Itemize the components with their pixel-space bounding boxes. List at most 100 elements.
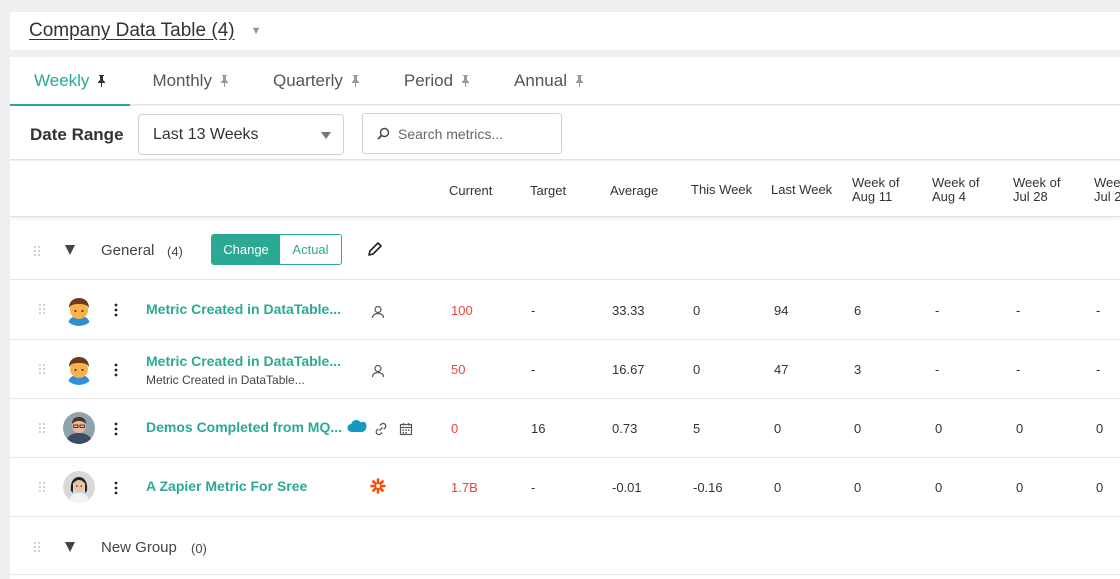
group-row-general: General (4) Change Actual <box>10 220 1120 280</box>
drag-handle-icon[interactable] <box>38 481 46 493</box>
filter-bar: Date Range Last 13 Weeks <box>10 106 1120 160</box>
pin-icon[interactable] <box>220 75 229 87</box>
tab-label: Weekly <box>34 71 90 90</box>
target-value: - <box>531 303 536 318</box>
col-target[interactable]: Target <box>530 184 566 198</box>
tab-label: Period <box>403 71 454 90</box>
average-value: 16.67 <box>612 362 645 377</box>
avatar <box>63 471 95 503</box>
date-range-label: Date Range <box>30 125 124 144</box>
metric-name-link[interactable]: A Zapier Metric For Sree <box>146 478 307 494</box>
col-week-line1: Wee <box>1094 175 1120 190</box>
zapier-icon <box>370 478 386 494</box>
table-header: Current Target Average This Week Last We… <box>10 161 1120 217</box>
group-name: General <box>101 242 155 259</box>
drag-handle-icon[interactable] <box>38 422 46 434</box>
tab-label: Monthly <box>152 71 212 90</box>
week-value: 0 <box>1016 421 1024 436</box>
col-week-line1: Week of <box>1013 175 1061 190</box>
drag-handle-icon[interactable] <box>33 541 41 553</box>
pencil-icon[interactable] <box>366 240 384 258</box>
week-value: 0 <box>854 480 862 495</box>
last-week-value: 47 <box>774 362 789 377</box>
col-this-week[interactable]: This Week <box>691 183 752 197</box>
current-value: 50 <box>451 362 466 377</box>
date-range-value: Last 13 Weeks <box>153 125 259 143</box>
tab-label: Annual <box>514 71 567 90</box>
avatar <box>63 412 95 444</box>
target-value: 16 <box>531 421 546 436</box>
week-value: - <box>1096 303 1101 318</box>
kebab-menu-icon[interactable] <box>114 422 118 436</box>
drag-handle-icon[interactable] <box>38 363 46 375</box>
week-value: 6 <box>854 303 862 318</box>
tab-period[interactable]: Period <box>382 57 492 105</box>
drag-handle-icon[interactable] <box>38 303 46 315</box>
average-value: -0.01 <box>612 480 642 495</box>
last-week-value: 0 <box>774 480 782 495</box>
page-title[interactable]: Company Data Table (4) <box>29 20 235 42</box>
current-value: 1.7B <box>451 480 478 495</box>
period-tabs: Weekly Monthly Quarterly Period Annual <box>10 57 1120 106</box>
toggle-change-button[interactable]: Change <box>212 235 280 264</box>
week-value: - <box>1016 303 1021 318</box>
week-value: 0 <box>935 480 943 495</box>
search-icon <box>377 127 390 140</box>
tab-label: Quarterly <box>272 71 343 90</box>
this-week-value: 0 <box>693 362 701 377</box>
col-week-line2: Jul 2 <box>1094 189 1120 204</box>
toggle-actual-button[interactable]: Actual <box>280 235 341 264</box>
group-count: (4) <box>167 244 183 259</box>
table-row[interactable]: Metric Created in DataTable... Metric Cr… <box>10 340 1120 399</box>
tab-weekly[interactable]: Weekly <box>10 57 131 106</box>
collapse-arrow-icon[interactable] <box>65 245 75 255</box>
tab-monthly[interactable]: Monthly <box>130 57 251 105</box>
col-week-jul-28[interactable]: Week of Jul 28 <box>1013 176 1060 204</box>
date-range-select[interactable]: Last 13 Weeks <box>138 114 344 155</box>
chevron-down-icon[interactable]: ▼ <box>251 25 262 37</box>
week-value: 0 <box>1096 480 1104 495</box>
search-input[interactable] <box>398 125 558 142</box>
dropdown-arrow-icon <box>321 132 331 139</box>
week-value: 0 <box>1016 480 1024 495</box>
col-current[interactable]: Current <box>449 184 492 198</box>
col-average[interactable]: Average <box>610 184 658 198</box>
kebab-menu-icon[interactable] <box>114 363 118 377</box>
metric-name-link[interactable]: Demos Completed from MQ... <box>146 419 342 435</box>
pin-icon[interactable] <box>461 75 470 87</box>
change-actual-toggle: Change Actual <box>211 234 342 265</box>
tab-annual[interactable]: Annual <box>492 57 606 105</box>
drag-handle-icon[interactable] <box>33 245 41 257</box>
this-week-value: 5 <box>693 421 701 436</box>
collapse-arrow-icon[interactable] <box>65 542 75 552</box>
tab-quarterly[interactable]: Quarterly <box>251 57 382 105</box>
salesforce-cloud-icon <box>347 420 367 432</box>
col-week-line2: Aug 11 <box>852 189 893 204</box>
week-value: - <box>935 362 940 377</box>
col-last-week[interactable]: Last Week <box>771 183 832 197</box>
col-week-aug-11[interactable]: Week of Aug 11 <box>852 176 899 204</box>
pin-icon[interactable] <box>97 75 106 87</box>
kebab-menu-icon[interactable] <box>114 481 118 495</box>
pin-icon[interactable] <box>351 75 360 87</box>
week-value: 3 <box>854 362 862 377</box>
col-week-aug-4[interactable]: Week of Aug 4 <box>932 176 979 204</box>
pin-icon[interactable] <box>575 75 584 87</box>
avatar <box>63 294 95 326</box>
col-week-line2: Jul 28 <box>1013 189 1048 204</box>
link-icon[interactable] <box>373 421 389 437</box>
search-box[interactable] <box>362 113 562 154</box>
week-value: 0 <box>854 421 862 436</box>
col-week-jul-21[interactable]: Wee Jul 2 <box>1094 176 1120 204</box>
this-week-value: -0.16 <box>693 480 723 495</box>
last-week-value: 94 <box>774 303 789 318</box>
table-row[interactable]: Demos Completed from MQ... 0 16 0.73 5 0… <box>10 399 1120 458</box>
metric-name-link[interactable]: Metric Created in DataTable... <box>146 301 341 317</box>
calendar-icon[interactable] <box>398 421 414 437</box>
metric-name-link[interactable]: Metric Created in DataTable... <box>146 353 341 369</box>
table-row[interactable]: Metric Created in DataTable... 100 - 33.… <box>10 281 1120 340</box>
kebab-menu-icon[interactable] <box>114 303 118 317</box>
group-count: (0) <box>191 541 207 556</box>
current-value: 0 <box>451 421 459 436</box>
table-row[interactable]: A Zapier Metric For Sree 1.7B - -0.01 -0… <box>10 458 1120 517</box>
